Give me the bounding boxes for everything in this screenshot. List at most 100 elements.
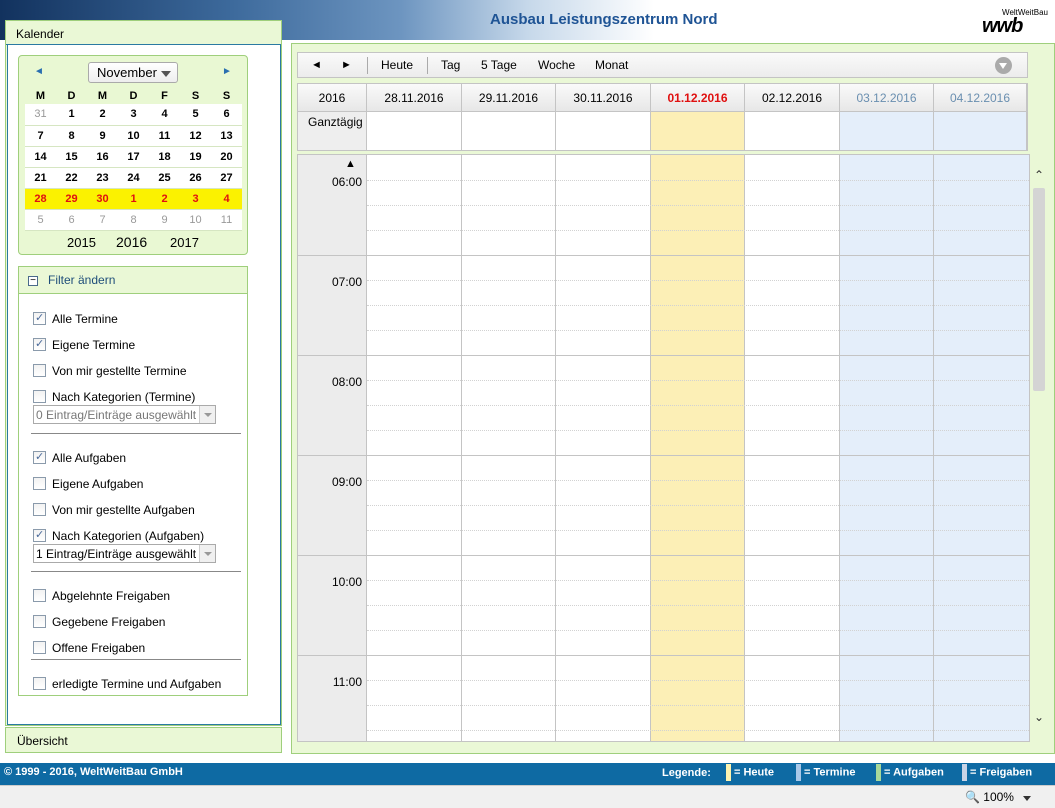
filter-option[interactable]: Gegebene Freigaben xyxy=(33,615,165,631)
checkbox[interactable] xyxy=(33,589,46,603)
day-column[interactable] xyxy=(367,155,462,741)
day-cell[interactable]: 10 xyxy=(180,209,211,231)
allday-cell[interactable] xyxy=(840,112,934,150)
prev-period-button[interactable]: ◄ xyxy=(311,59,322,71)
day-cell[interactable]: 27 xyxy=(211,167,242,189)
overview-panel-header[interactable]: Übersicht xyxy=(5,727,282,753)
day-cell[interactable]: 14 xyxy=(25,146,56,168)
filter-option[interactable]: Von mir gestellte Termine xyxy=(33,364,187,380)
vertical-scrollbar[interactable]: ⌃ ⌄ xyxy=(1031,154,1048,742)
day-cell[interactable]: 7 xyxy=(25,125,56,147)
checkbox[interactable] xyxy=(33,477,46,491)
day-cell[interactable]: 17 xyxy=(118,146,149,168)
allday-cell[interactable] xyxy=(934,112,1027,150)
day-column[interactable] xyxy=(462,155,556,741)
day-column[interactable] xyxy=(745,155,840,741)
category-select-aufgaben[interactable]: 1 Eintrag/Einträge ausgewählt xyxy=(33,544,216,563)
zoom-control[interactable]: 🔍 100% xyxy=(965,790,1014,804)
allday-cell[interactable] xyxy=(556,112,651,150)
day-cell[interactable]: 11 xyxy=(149,125,180,147)
next-period-button[interactable]: ► xyxy=(341,59,352,71)
day-cell[interactable]: 4 xyxy=(211,188,242,210)
day-column[interactable] xyxy=(556,155,651,741)
options-menu-icon[interactable] xyxy=(995,57,1012,74)
day-cell[interactable]: 6 xyxy=(211,104,242,126)
day-cell[interactable]: 16 xyxy=(87,146,118,168)
day-view-button[interactable]: Tag xyxy=(441,58,460,72)
day-cell[interactable]: 9 xyxy=(87,125,118,147)
allday-cell[interactable] xyxy=(462,112,556,150)
day-cell[interactable]: 8 xyxy=(56,125,87,147)
day-cell[interactable]: 22 xyxy=(56,167,87,189)
scrollbar-thumb[interactable] xyxy=(1033,188,1045,391)
day-cell[interactable]: 23 xyxy=(87,167,118,189)
checkbox[interactable] xyxy=(33,641,46,655)
day-cell[interactable]: 12 xyxy=(180,125,211,147)
day-column-header[interactable]: 30.11.2016 xyxy=(556,84,651,112)
filter-option[interactable]: Von mir gestellte Aufgaben xyxy=(33,503,195,519)
month-dropdown[interactable]: November xyxy=(88,62,178,83)
day-cell[interactable]: 9 xyxy=(149,209,180,231)
checkbox[interactable] xyxy=(33,390,46,404)
day-column-header[interactable]: 28.11.2016 xyxy=(367,84,462,112)
day-cell[interactable]: 3 xyxy=(118,104,149,126)
checkbox[interactable] xyxy=(33,615,46,629)
day-cell[interactable]: 7 xyxy=(87,209,118,231)
five-days-view-button[interactable]: 5 Tage xyxy=(481,58,517,72)
zoom-dropdown-icon[interactable] xyxy=(1023,796,1031,801)
day-cell[interactable]: 18 xyxy=(149,146,180,168)
scroll-earlier-icon[interactable]: ▲ xyxy=(345,158,356,170)
day-cell[interactable]: 15 xyxy=(56,146,87,168)
filter-option[interactable]: Abgelehnte Freigaben xyxy=(33,589,170,605)
year-prev[interactable]: 2015 xyxy=(67,235,96,250)
scroll-down-icon[interactable]: ⌄ xyxy=(1034,710,1044,724)
day-cell[interactable]: 8 xyxy=(118,209,149,231)
week-view-button[interactable]: Woche xyxy=(538,58,575,72)
day-cell[interactable]: 4 xyxy=(149,104,180,126)
day-cell[interactable]: 19 xyxy=(180,146,211,168)
year-next[interactable]: 2017 xyxy=(170,235,199,250)
filter-header[interactable]: − Filter ändern xyxy=(19,267,247,294)
today-button[interactable]: Heute xyxy=(381,58,413,72)
filter-option[interactable]: Offene Freigaben xyxy=(33,641,145,657)
day-cell[interactable]: 24 xyxy=(118,167,149,189)
day-cell[interactable]: 28 xyxy=(25,188,56,210)
day-cell[interactable]: 1 xyxy=(118,188,149,210)
collapse-icon[interactable]: − xyxy=(28,276,38,286)
day-column[interactable] xyxy=(651,155,745,741)
day-column-header[interactable]: 04.12.2016 xyxy=(934,84,1027,112)
day-cell[interactable]: 31 xyxy=(25,104,56,126)
next-month-icon[interactable]: ► xyxy=(222,66,232,77)
year-current[interactable]: 2016 xyxy=(116,234,147,250)
filter-option[interactable]: Nach Kategorien (Aufgaben) xyxy=(33,528,204,545)
time-grid[interactable]: ▲ 06:00 07:00 08:00 09:00 10:00 11:00 xyxy=(297,154,1030,742)
day-column[interactable] xyxy=(934,155,1029,741)
checkbox[interactable] xyxy=(33,677,46,691)
filter-option[interactable]: erledigte Termine und Aufgaben xyxy=(33,677,221,693)
calendar-panel-header[interactable]: Kalender xyxy=(6,21,281,45)
day-column-header[interactable]: 02.12.2016 xyxy=(745,84,840,112)
day-cell[interactable]: 26 xyxy=(180,167,211,189)
filter-option[interactable]: Alle Termine xyxy=(33,311,118,328)
month-view-button[interactable]: Monat xyxy=(595,58,628,72)
day-cell[interactable]: 30 xyxy=(87,188,118,210)
day-cell[interactable]: 21 xyxy=(25,167,56,189)
day-cell[interactable]: 3 xyxy=(180,188,211,210)
day-cell[interactable]: 1 xyxy=(56,104,87,126)
filter-option[interactable]: Nach Kategorien (Termine) xyxy=(33,390,195,406)
day-column-header[interactable]: 29.11.2016 xyxy=(462,84,556,112)
filter-option[interactable]: Alle Aufgaben xyxy=(33,450,126,467)
allday-cell[interactable] xyxy=(651,112,745,150)
filter-option[interactable]: Eigene Aufgaben xyxy=(33,477,143,493)
day-column-header[interactable]: 01.12.2016 xyxy=(651,84,745,112)
day-cell[interactable]: 2 xyxy=(87,104,118,126)
day-cell[interactable]: 20 xyxy=(211,146,242,168)
day-cell[interactable]: 10 xyxy=(118,125,149,147)
allday-cell[interactable] xyxy=(745,112,840,150)
day-cell[interactable]: 29 xyxy=(56,188,87,210)
day-cell[interactable]: 5 xyxy=(180,104,211,126)
checkbox[interactable] xyxy=(33,364,46,378)
allday-cell[interactable] xyxy=(367,112,462,150)
filter-option[interactable]: Eigene Termine xyxy=(33,337,135,354)
day-cell[interactable]: 13 xyxy=(211,125,242,147)
